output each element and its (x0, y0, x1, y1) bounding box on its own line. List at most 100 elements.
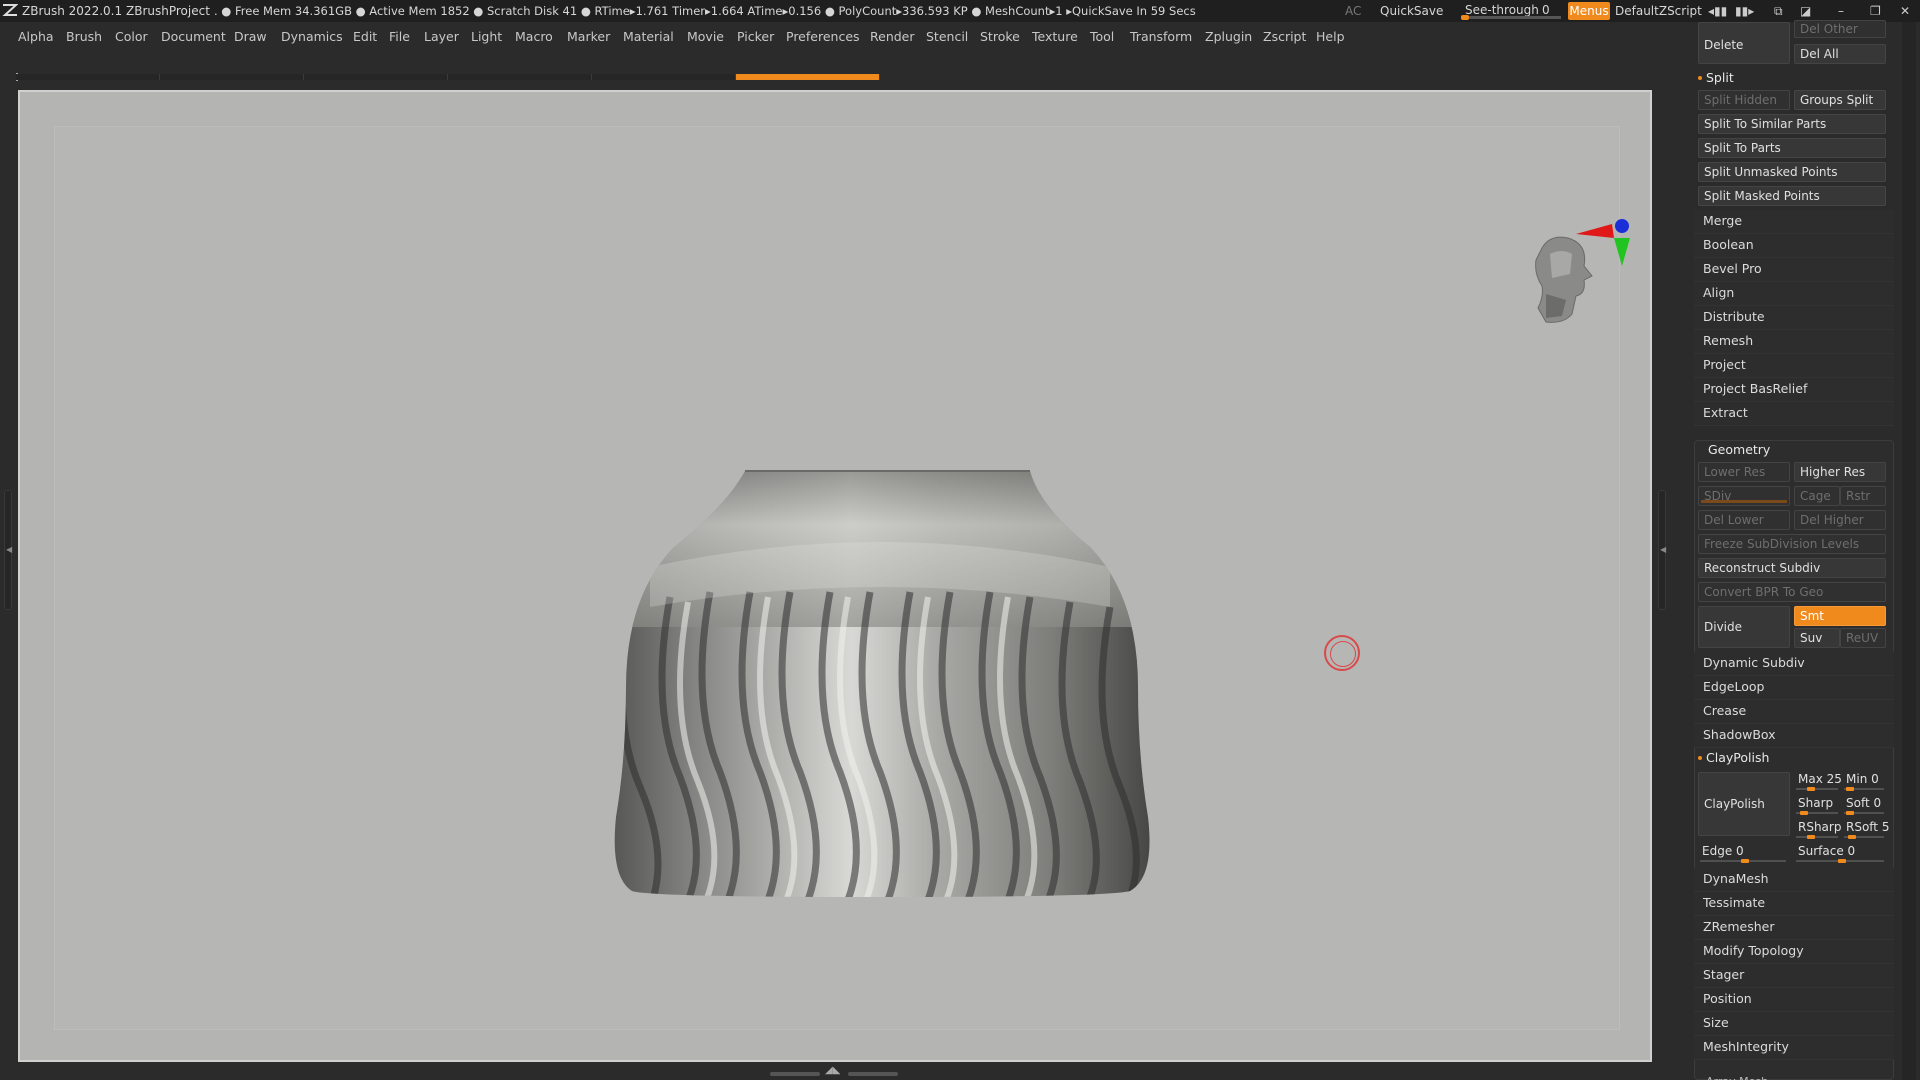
position-section[interactable]: Position (1694, 988, 1894, 1012)
menu-material[interactable]: Material (623, 29, 674, 44)
project-name[interactable]: ZBrushProject (126, 4, 210, 18)
merge-section[interactable]: Merge (1694, 210, 1894, 234)
sdiv-slider[interactable]: SDiv (1698, 486, 1790, 506)
min-slider[interactable]: Min 0 (1842, 772, 1888, 791)
max-slider[interactable]: Max 25 (1794, 772, 1842, 791)
menu-stroke[interactable]: Stroke (980, 29, 1020, 44)
meshintegrity-section[interactable]: MeshIntegrity (1694, 1036, 1894, 1060)
split-masked-points-button[interactable]: Split Masked Points (1698, 186, 1886, 206)
menus-toggle-button[interactable]: Menus (1568, 2, 1610, 20)
menu-tool[interactable]: Tool (1090, 29, 1114, 44)
layout-prev-icon[interactable]: ◂▮▮ (1708, 4, 1727, 18)
split-to-parts-button[interactable]: Split To Parts (1698, 138, 1886, 158)
document-tab-segment[interactable] (736, 74, 880, 80)
cage-button[interactable]: Cage (1794, 486, 1840, 506)
menu-light[interactable]: Light (471, 29, 502, 44)
rsharp-slider[interactable]: RSharp (1794, 820, 1842, 839)
smt-toggle[interactable]: Smt (1794, 606, 1886, 626)
stager-section[interactable]: Stager (1694, 964, 1894, 988)
menu-movie[interactable]: Movie (687, 29, 724, 44)
extract-section[interactable]: Extract (1694, 402, 1894, 426)
document-tab-segment[interactable] (160, 74, 304, 80)
document-tab-segment[interactable] (16, 74, 160, 80)
menu-preferences[interactable]: Preferences (786, 29, 860, 44)
menu-edit[interactable]: Edit (353, 29, 377, 44)
menu-transform[interactable]: Transform (1130, 29, 1192, 44)
zremesher-section[interactable]: ZRemesher (1694, 916, 1894, 940)
ac-label[interactable]: AC (1345, 4, 1361, 18)
distribute-section[interactable]: Distribute (1694, 306, 1894, 330)
split-hidden-button[interactable]: Split Hidden (1698, 90, 1790, 110)
close-icon[interactable]: ✕ (1900, 4, 1910, 18)
maximize-icon[interactable]: ❐ (1870, 4, 1881, 18)
reconstruct-subdiv-button[interactable]: Reconstruct Subdiv (1698, 558, 1886, 578)
document-tab-segment[interactable] (448, 74, 592, 80)
minimize-icon[interactable]: – (1838, 4, 1844, 18)
soft-slider[interactable]: Soft 0 (1842, 796, 1888, 815)
menu-marker[interactable]: Marker (567, 29, 610, 44)
boolean-section[interactable]: Boolean (1694, 234, 1894, 258)
claypolish-button[interactable]: ClayPolish (1698, 772, 1790, 836)
del-lower-button[interactable]: Del Lower (1698, 510, 1790, 530)
menu-stencil[interactable]: Stencil (926, 29, 968, 44)
document-tab-strip[interactable] (16, 74, 880, 82)
project-basrelief-section[interactable]: Project BasRelief (1694, 378, 1894, 402)
panel-scrollbar[interactable] (1902, 22, 1916, 1080)
split-section-header[interactable]: Split (1694, 68, 1734, 88)
del-all-button[interactable]: Del All (1794, 44, 1886, 64)
menu-picker[interactable]: Picker (737, 29, 774, 44)
sculpted-vase-model[interactable] (590, 457, 1170, 907)
menu-macro[interactable]: Macro (515, 29, 553, 44)
menu-layer[interactable]: Layer (424, 29, 459, 44)
shadowbox-section[interactable]: ShadowBox (1694, 724, 1894, 748)
right-tray-handle[interactable]: ◀ (1658, 490, 1666, 610)
menu-help[interactable]: Help (1316, 29, 1345, 44)
menu-zplugin[interactable]: Zplugin (1205, 29, 1252, 44)
layout-next-icon[interactable]: ▮▮▸ (1735, 4, 1754, 18)
delete-button[interactable]: Delete (1698, 22, 1790, 64)
align-section[interactable]: Align (1694, 282, 1894, 306)
claypolish-section-header[interactable]: ClayPolish (1694, 748, 1769, 768)
dynamesh-section[interactable]: DynaMesh (1694, 868, 1894, 892)
project-section[interactable]: Project (1694, 354, 1894, 378)
menu-dynamics[interactable]: Dynamics (281, 29, 343, 44)
crease-section[interactable]: Crease (1694, 700, 1894, 724)
menu-document[interactable]: Document (161, 29, 226, 44)
geometry-section-header[interactable]: Geometry (1694, 440, 1770, 460)
menu-file[interactable]: File (389, 29, 410, 44)
quicksave-button[interactable]: QuickSave (1380, 4, 1443, 18)
window-restore-icon[interactable]: ◪ (1800, 4, 1811, 18)
navigation-head-gizmo[interactable] (1510, 204, 1660, 354)
menu-alpha[interactable]: Alpha (18, 29, 54, 44)
modify-topology-section[interactable]: Modify Topology (1694, 940, 1894, 964)
menu-color[interactable]: Color (115, 29, 148, 44)
default-zscript-button[interactable]: DefaultZScript (1615, 4, 1702, 18)
surface-slider[interactable]: Surface 0 (1794, 844, 1888, 863)
left-tray-handle[interactable]: ◀ (4, 490, 12, 610)
lower-res-button[interactable]: Lower Res (1698, 462, 1790, 482)
rsoft-slider[interactable]: RSoft 5 (1842, 820, 1889, 839)
remesh-section[interactable]: Remesh (1694, 330, 1894, 354)
higher-res-button[interactable]: Higher Res (1794, 462, 1886, 482)
menu-texture[interactable]: Texture (1032, 29, 1078, 44)
split-to-similar-parts-button[interactable]: Split To Similar Parts (1698, 114, 1886, 134)
edge-slider[interactable]: Edge 0 (1698, 844, 1790, 863)
freeze-subdivision-levels-button[interactable]: Freeze SubDivision Levels (1698, 534, 1886, 554)
menu-draw[interactable]: Draw (234, 29, 267, 44)
document-tab-segment[interactable] (592, 74, 736, 80)
edgeloop-section[interactable]: EdgeLoop (1694, 676, 1894, 700)
size-section[interactable]: Size (1694, 1012, 1894, 1036)
del-other-button[interactable]: Del Other (1794, 20, 1886, 38)
document-tab-segment[interactable] (304, 74, 448, 80)
del-higher-button[interactable]: Del Higher (1794, 510, 1886, 530)
tessimate-section[interactable]: Tessimate (1694, 892, 1894, 916)
bottom-tray-handle[interactable]: ◢◣ (770, 1065, 900, 1078)
reuv-toggle[interactable]: ReUV (1840, 628, 1886, 648)
bevel-pro-section[interactable]: Bevel Pro (1694, 258, 1894, 282)
suv-toggle[interactable]: Suv (1794, 628, 1840, 648)
window-layout-icon[interactable]: ⧉ (1774, 4, 1783, 19)
rstr-button[interactable]: Rstr (1840, 486, 1886, 506)
dynamic-subdiv-section[interactable]: Dynamic Subdiv (1694, 652, 1894, 676)
sharp-slider[interactable]: Sharp (1794, 796, 1842, 815)
convert-bpr-to-geo-button[interactable]: Convert BPR To Geo (1698, 582, 1886, 602)
